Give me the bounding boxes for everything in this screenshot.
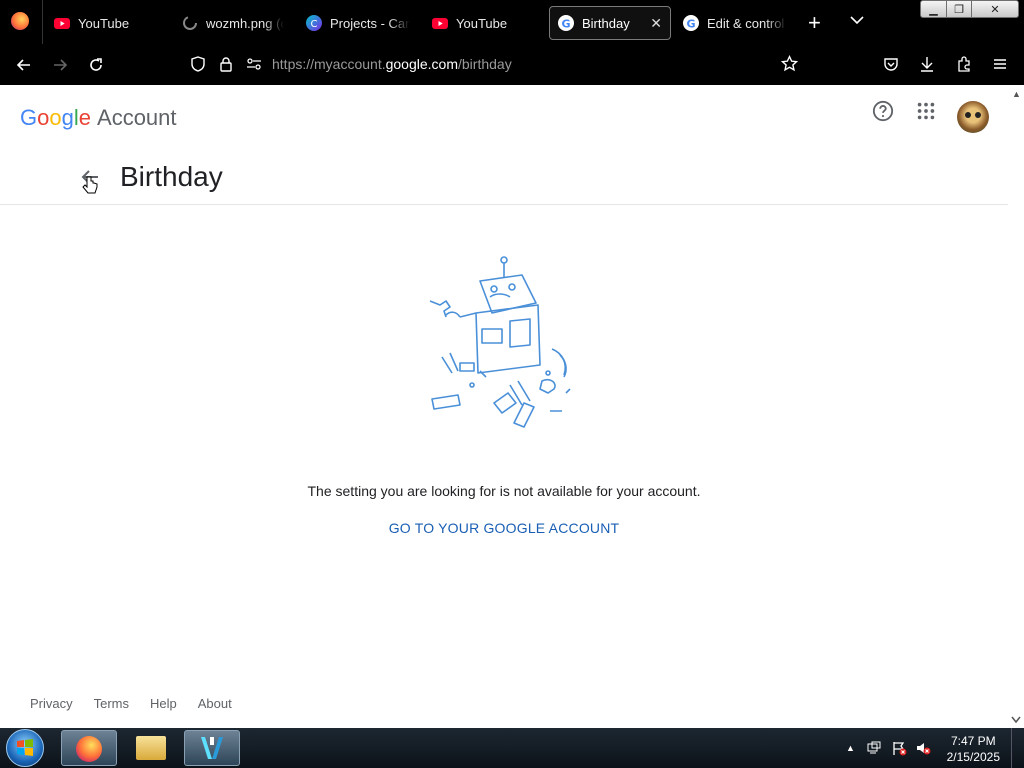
account-label: Account [97,105,177,130]
tab-wozmh[interactable]: wozmh.png (of [182,6,284,40]
clock-time: 7:47 PM [950,734,996,748]
tracking-shield-icon[interactable] [190,56,206,77]
show-desktop-button[interactable] [1011,728,1024,768]
taskbar-video-editor[interactable] [184,730,240,766]
youtube-icon [54,18,70,29]
network-icon[interactable] [866,740,882,759]
header-divider [0,204,1008,205]
svg-text:G: G [686,18,695,31]
extensions-icon[interactable] [956,56,972,77]
tab-canva[interactable]: C Projects - Canv [306,6,410,40]
back-button[interactable] [8,44,40,85]
google-logo: Google [20,105,91,130]
start-button[interactable] [6,729,44,767]
page-content: Google Account Birthday The setting you … [0,85,1008,728]
youtube-icon [432,18,448,29]
go-to-account-link[interactable]: GO TO YOUR GOOGLE ACCOUNT [0,520,1008,536]
windows-logo-icon [17,739,33,756]
show-hidden-icons[interactable]: ▲ [846,743,855,753]
clock-date: 2/15/2025 [946,750,1000,764]
action-center-flag-icon[interactable] [891,740,907,759]
restore-button[interactable]: ❐ [946,0,972,18]
arrow-left-icon [16,58,30,71]
pocket-icon[interactable] [883,56,899,77]
url-prefix: https://myaccount. [272,56,386,72]
windows-taskbar: ▲ 7:47 PM 2/15/2025 [0,728,1024,768]
hand-cursor-icon [82,175,98,202]
scroll-up-arrow-icon[interactable]: ▲ [1012,89,1021,99]
permissions-icon[interactable] [246,56,262,77]
tab-youtube-2[interactable]: YouTube [432,6,542,40]
svg-text:C: C [311,19,318,30]
logo-letter: g [61,105,74,130]
reload-button[interactable] [80,44,112,85]
loading-icon [183,16,197,30]
logo-letter: e [78,105,92,130]
avatar[interactable] [957,101,989,133]
video-editor-icon [201,737,223,759]
system-clock[interactable]: 7:47 PM 2/15/2025 [947,733,1000,765]
scroll-down-arrow-icon[interactable] [1011,711,1021,729]
tab-label: wozmh.png (of [206,15,284,31]
arrow-right-icon [54,58,68,71]
google-icon: G [683,15,699,31]
forward-button[interactable] [44,44,76,85]
url-domain: google.com [385,56,458,72]
scrollbar[interactable]: ▲ [1008,85,1024,728]
broken-robot-illustration [429,256,571,428]
page-title: Birthday [120,161,223,192]
downloads-icon[interactable] [919,56,935,77]
taskbar-firefox[interactable] [61,730,117,766]
help-icon[interactable] [872,100,894,127]
logo-letter: o [49,105,62,130]
google-icon: G [558,15,574,31]
close-tab-icon[interactable]: ✕ [650,15,662,32]
canva-icon: C [306,15,322,31]
tab-label: Edit & control [707,15,785,31]
not-available-message: The setting you are looking for is not a… [307,483,701,499]
footer-links: Privacy Terms Help About [30,696,232,711]
bookmark-star-icon[interactable] [780,54,799,77]
folder-icon [136,736,166,760]
firefox-menu-icon[interactable] [11,12,29,30]
menu-icon[interactable] [992,56,1008,77]
tab-edit-control[interactable]: G Edit & control [683,6,787,40]
close-window-button[interactable]: ✕ [971,0,1019,18]
navigation-bar: https://myaccount.google.com/birthday [0,44,1024,85]
footer-terms-link[interactable]: Terms [94,696,129,711]
logo-letter: G [20,105,38,130]
new-tab-icon[interactable]: + [808,10,821,36]
tab-list-chevron-icon[interactable] [849,12,865,28]
tab-label: Birthday [582,15,630,31]
logo-letter: o [37,105,50,130]
tab-birthday[interactable]: G Birthday ✕ [549,6,671,40]
reload-icon [90,57,102,71]
apps-grid-icon[interactable] [915,100,937,127]
tab-label: Projects - Canv [330,15,410,31]
lock-icon[interactable] [218,56,234,77]
volume-muted-icon[interactable] [915,740,931,759]
url-bar[interactable]: https://myaccount.google.com/birthday [272,56,512,72]
svg-text:G: G [561,18,570,31]
tab-youtube-1[interactable]: YouTube [54,6,164,40]
taskbar-file-explorer[interactable] [124,730,180,766]
footer-privacy-link[interactable]: Privacy [30,696,73,711]
tab-bar: YouTube wozmh.png (of C Projects - Canv … [0,0,1024,44]
firefox-icon [76,736,102,762]
google-account-logo[interactable]: Google Account [20,105,177,131]
tab-label: YouTube [78,15,130,31]
url-path: /birthday [458,56,512,72]
minimize-button[interactable]: ▁ [920,0,947,18]
footer-help-link[interactable]: Help [150,696,177,711]
tab-label: YouTube [456,15,508,31]
footer-about-link[interactable]: About [198,696,232,711]
